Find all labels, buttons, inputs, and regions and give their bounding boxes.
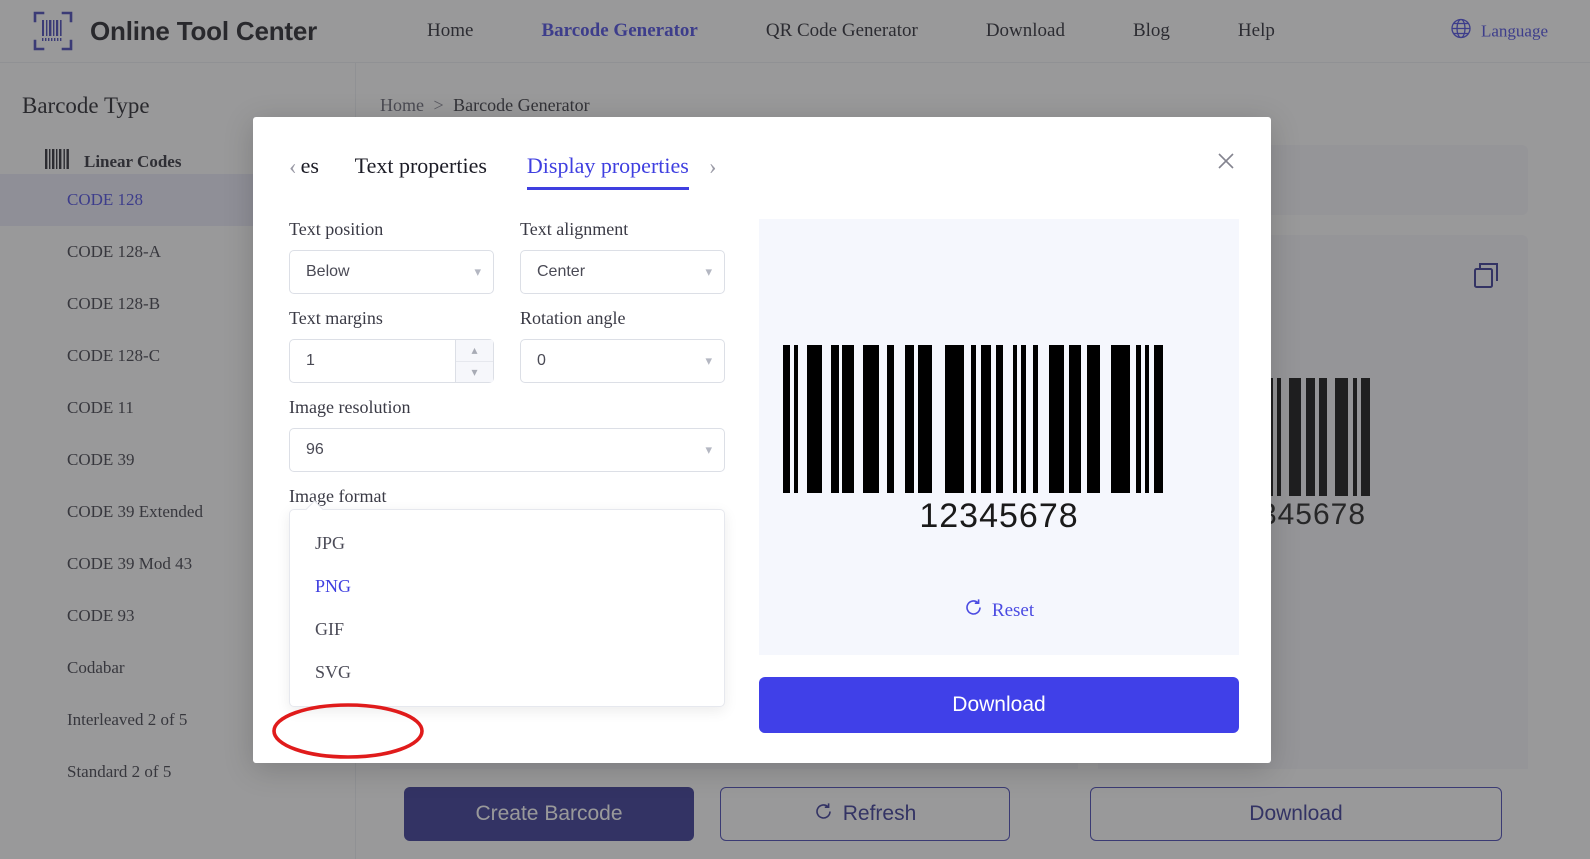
display-properties-form: Text position Below ▾ Text alignment Cen… xyxy=(289,219,725,733)
preview-barcode-image xyxy=(783,345,1163,493)
chevron-down-icon: ▾ xyxy=(705,264,712,279)
tab-display-properties-label: Display properties xyxy=(526,153,689,178)
format-option-jpg[interactable]: JPG xyxy=(290,522,724,565)
field-text-position: Text position Below ▾ xyxy=(289,219,494,294)
chevron-down-icon: ▾ xyxy=(705,442,712,457)
tab-text-properties[interactable]: Text properties xyxy=(335,153,507,179)
image-resolution-label: Image resolution xyxy=(289,397,411,417)
format-option-svg[interactable]: SVG xyxy=(290,651,724,694)
text-margins-stepper[interactable]: 1 ▴ ▾ xyxy=(289,339,494,383)
rotation-angle-label: Rotation angle xyxy=(520,308,626,328)
barcode-preview: 12345678 Reset xyxy=(759,219,1239,655)
properties-modal: ‹ es Text properties Display properties … xyxy=(253,117,1271,763)
chevron-left-icon[interactable]: ‹ xyxy=(289,155,297,178)
rotation-angle-select[interactable]: 0 ▾ xyxy=(520,339,725,383)
field-image-resolution: Image resolution 96 ▾ xyxy=(289,397,725,472)
refresh-icon xyxy=(964,598,983,623)
tab-clipped-properties[interactable]: es xyxy=(297,153,335,179)
preview-column: 12345678 Reset Download xyxy=(759,219,1239,733)
image-format-dropdown: JPG PNG GIF SVG xyxy=(289,509,725,707)
text-position-label: Text position xyxy=(289,219,384,239)
field-rotation-angle: Rotation angle 0 ▾ xyxy=(520,308,725,383)
stepper-controls: ▴ ▾ xyxy=(455,340,493,382)
text-alignment-value: Center xyxy=(537,263,586,280)
chevron-down-icon: ▾ xyxy=(474,264,481,279)
chevron-up-icon[interactable]: ▴ xyxy=(456,340,493,361)
text-position-select[interactable]: Below ▾ xyxy=(289,250,494,294)
rotation-angle-value: 0 xyxy=(537,352,546,369)
reset-button[interactable]: Reset xyxy=(759,598,1239,623)
field-text-alignment: Text alignment Center ▾ xyxy=(520,219,725,294)
app-root: Online Tool Center Home Barcode Generato… xyxy=(0,0,1590,859)
image-format-label: Image format xyxy=(289,486,387,506)
reset-label: Reset xyxy=(991,599,1035,621)
text-alignment-label: Text alignment xyxy=(520,219,629,239)
preview-barcode-number: 12345678 xyxy=(919,497,1079,535)
text-alignment-select[interactable]: Center ▾ xyxy=(520,250,725,294)
text-margins-label: Text margins xyxy=(289,308,383,328)
tab-display-properties[interactable]: Display properties xyxy=(507,153,709,190)
modal-tab-strip: ‹ es Text properties Display properties … xyxy=(253,117,1271,190)
format-option-gif[interactable]: GIF xyxy=(290,608,724,651)
image-resolution-select[interactable]: 96 ▾ xyxy=(289,428,725,472)
modal-download-button[interactable]: Download xyxy=(759,677,1239,733)
chevron-right-icon[interactable]: › xyxy=(709,155,717,178)
chevron-down-icon: ▾ xyxy=(705,353,712,368)
field-text-margins: Text margins 1 ▴ ▾ xyxy=(289,308,494,383)
image-resolution-value: 96 xyxy=(306,441,324,458)
close-icon[interactable] xyxy=(1213,149,1239,175)
format-option-png[interactable]: PNG xyxy=(290,565,724,608)
modal-body: Text position Below ▾ Text alignment Cen… xyxy=(253,179,1271,733)
chevron-down-icon[interactable]: ▾ xyxy=(456,360,493,383)
text-position-value: Below xyxy=(306,263,350,280)
